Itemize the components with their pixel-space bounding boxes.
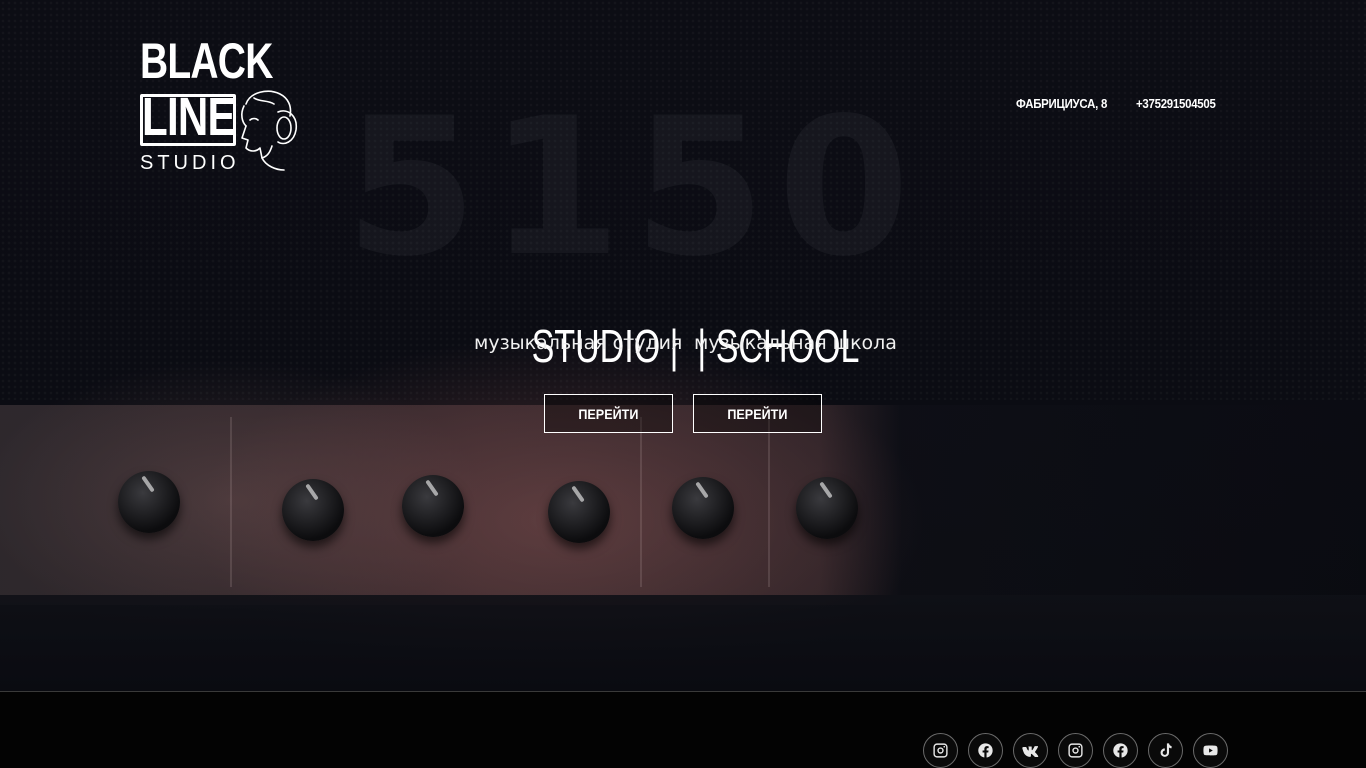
instagram-link[interactable] (923, 733, 958, 768)
backdrop-digit: 1 (489, 77, 621, 298)
vk-icon (1022, 746, 1039, 758)
instagram-link[interactable] (1058, 733, 1093, 768)
amp-knob (402, 475, 464, 537)
hero-bottom-shade (0, 595, 1366, 691)
amp-knob (548, 481, 610, 543)
header-address[interactable]: ФАБРИЦИУСА, 8 (1016, 96, 1107, 111)
facebook-icon (1113, 743, 1128, 758)
tiktok-icon (1160, 743, 1172, 757)
instagram-icon (1068, 743, 1083, 758)
youtube-link[interactable] (1193, 733, 1228, 768)
backdrop-digit: 0 (777, 77, 910, 298)
footer (0, 691, 1366, 768)
facebook-link[interactable] (1103, 733, 1138, 768)
amp-control-panel (0, 405, 1366, 605)
backdrop-digit: 5 (345, 77, 477, 298)
amp-divider (768, 417, 770, 587)
instagram-icon (933, 743, 948, 758)
logo-word-studio: STUDIO (140, 152, 240, 174)
tiktok-link[interactable] (1148, 733, 1183, 768)
studio-logo[interactable]: BLACK LINE STUDIO (140, 36, 300, 176)
facebook-icon (978, 743, 993, 758)
youtube-icon (1203, 745, 1218, 756)
amp-knob (282, 479, 344, 541)
header-phone[interactable]: +375291504505 (1136, 96, 1216, 111)
amp-knob (672, 477, 734, 539)
amp-divider (640, 417, 642, 587)
logo-word-black: BLACK (140, 33, 273, 89)
social-links (923, 733, 1228, 768)
vk-link[interactable] (1013, 733, 1048, 768)
school-subtitle: музыкальная школа (694, 332, 897, 354)
facebook-link[interactable] (968, 733, 1003, 768)
studio-subtitle: музыкальная студия (474, 332, 683, 354)
backdrop-digit: 5 (633, 77, 765, 298)
studio-go-button[interactable]: ПЕРЕЙТИ (544, 394, 673, 433)
logo-word-line: LINE (142, 87, 236, 147)
amp-knob (118, 471, 180, 533)
headphones-face-icon (241, 90, 298, 171)
amp-divider (230, 417, 232, 587)
amp-model-backdrop: 5 1 5 0 (345, 77, 910, 298)
hero-title: STUDIO | | SCHOOL (0, 262, 1366, 374)
amp-knob (796, 477, 858, 539)
school-go-button[interactable]: ПЕРЕЙТИ (693, 394, 822, 433)
studio-go-button-label: ПЕРЕЙТИ (578, 405, 639, 422)
school-go-button-label: ПЕРЕЙТИ (727, 405, 788, 422)
